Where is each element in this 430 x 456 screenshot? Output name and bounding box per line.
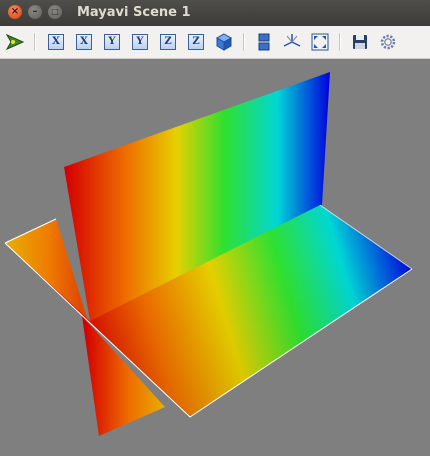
mayavi-pipeline-button[interactable]: [4, 31, 26, 53]
maximize-button[interactable]: □: [48, 5, 62, 19]
isometric-view-button[interactable]: [213, 31, 235, 53]
mayavi-window: × – □ Mayavi Scene 1 X X Y Y Z Z: [0, 0, 430, 456]
view-z-negative-button[interactable]: Z: [185, 31, 207, 53]
full-screen-button[interactable]: [309, 31, 331, 53]
configure-button[interactable]: [377, 31, 399, 53]
minimize-button[interactable]: –: [28, 5, 42, 19]
full-screen-icon: [311, 33, 329, 51]
view-x-positive-button[interactable]: X: [45, 31, 67, 53]
axes-toggle-button[interactable]: [281, 31, 303, 53]
scene-render: [4, 72, 413, 436]
scene-viewport[interactable]: [0, 59, 430, 456]
view-z-icon: Z: [160, 34, 176, 50]
view-x-icon: X: [48, 34, 64, 50]
gear-icon: [380, 34, 396, 50]
parallel-projection-button[interactable]: [253, 31, 275, 53]
save-button[interactable]: [349, 31, 371, 53]
isometric-cube-icon: [215, 33, 233, 51]
axes-toggle-icon: [283, 34, 301, 47]
view-x-negative-button[interactable]: X: [73, 31, 95, 53]
parallel-projection-icon: [258, 33, 270, 51]
scene-toolbar: X X Y Y Z Z: [0, 26, 430, 59]
view-x-icon: X: [76, 34, 92, 50]
save-icon: [353, 35, 367, 49]
view-y-icon: Y: [104, 34, 120, 50]
view-z-positive-button[interactable]: Z: [157, 31, 179, 53]
mayavi-pipeline-icon: [5, 33, 25, 51]
title-bar[interactable]: × – □ Mayavi Scene 1: [0, 0, 430, 26]
close-button[interactable]: ×: [8, 5, 22, 19]
window-title: Mayavi Scene 1: [77, 5, 191, 20]
view-y-positive-button[interactable]: Y: [101, 31, 123, 53]
view-y-negative-button[interactable]: Y: [129, 31, 151, 53]
view-y-icon: Y: [132, 34, 148, 50]
view-z-icon: Z: [188, 34, 204, 50]
